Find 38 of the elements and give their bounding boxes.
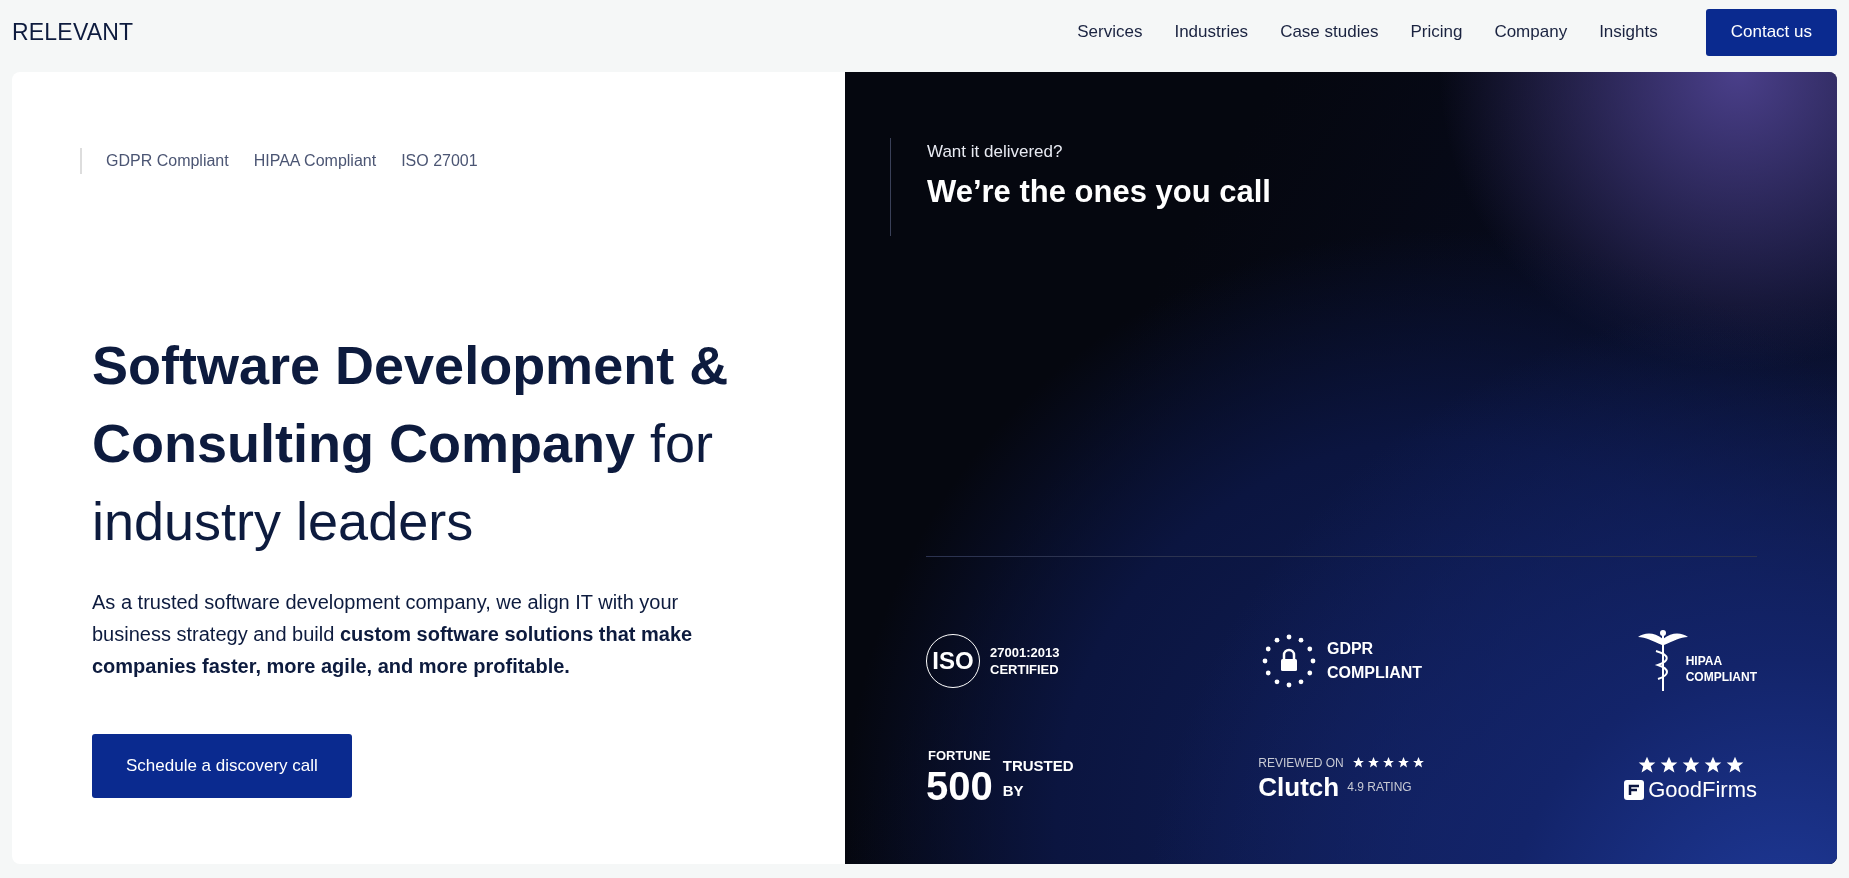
caduceus-icon: [1637, 629, 1688, 693]
badge-text: COMPLIANT: [1326, 664, 1423, 682]
hero-description: As a trusted software development company, we align IT with your business strategy and build custom software solutions that make companies faster, more agile, and more profitable.: [92, 590, 694, 679]
badge-text: CERTIFIED: [990, 662, 1060, 677]
nav-link[interactable]: Industries: [1174, 22, 1249, 42]
nav-link[interactable]: Pricing: [1410, 22, 1463, 42]
eu-stars-lock-icon: [1260, 633, 1317, 689]
clutch-wordmark: Clutch: [1258, 773, 1340, 800]
badge-text: TRUSTED: [1002, 756, 1074, 774]
schedule-call-button[interactable]: Schedule a discovery call: [92, 734, 352, 798]
nav-link[interactable]: Services: [1077, 22, 1143, 42]
brand-logo[interactable]: RELEVANT: [12, 18, 1078, 46]
contact-button[interactable]: Contact us: [1705, 8, 1837, 56]
reviewed-on-label: REVIEWED ON: [1258, 755, 1344, 770]
promo-eyebrow: Want it delivered?: [927, 142, 1064, 162]
badge-text: 27001:2013: [990, 645, 1060, 660]
fortune-number: 500: [926, 766, 993, 806]
star-icon: [1411, 756, 1425, 769]
nav-link[interactable]: Insights: [1599, 22, 1658, 42]
fortune-wordmark: FORTUNE: [927, 749, 991, 762]
compliance-label: HIPAA Compliant: [253, 152, 377, 170]
compliance-label: ISO 27001: [401, 152, 478, 170]
badge-text: GDPR: [1326, 640, 1375, 658]
star-icon: [1366, 756, 1380, 769]
nav-link[interactable]: Case studies: [1280, 22, 1379, 42]
badge-text: COMPLIANT: [1685, 670, 1757, 684]
star-icon: [1351, 756, 1365, 769]
compliance-label: GDPR Compliant: [106, 152, 229, 170]
hero-heading: Software Development & Consulting Company for industry leaders: [92, 334, 730, 553]
promo-heading: We’re the ones you call: [927, 174, 1272, 210]
badge-text: BY: [1002, 781, 1025, 799]
nav-link[interactable]: Company: [1494, 22, 1568, 42]
goodfirms-wordmark: GoodFirms: [1648, 778, 1757, 801]
goodfirms-logo-icon: [1624, 779, 1645, 800]
star-icon: [1396, 756, 1410, 769]
rating-label: 4.9 RATING: [1347, 779, 1412, 794]
star-icon: [1381, 756, 1395, 769]
badge-text: HIPAA: [1685, 654, 1724, 668]
